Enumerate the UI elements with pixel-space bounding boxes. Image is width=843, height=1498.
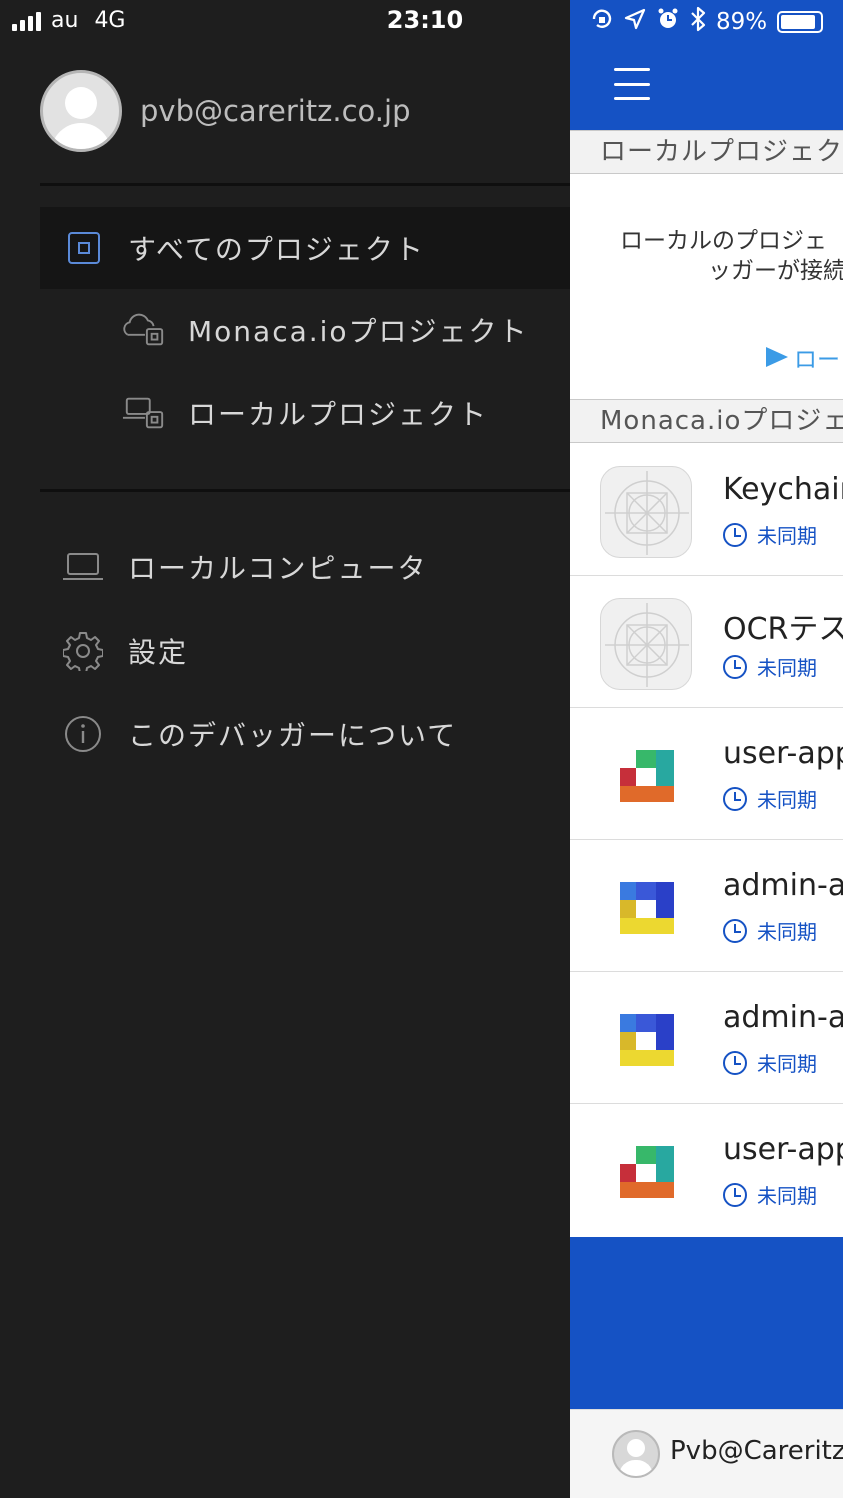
- nav-label: すべてのプロジェクト: [128, 233, 425, 266]
- local-section-header: ローカルプロジェク: [570, 130, 843, 174]
- project-row[interactable]: admin-a 未同期: [570, 972, 843, 1104]
- clock-icon: [723, 918, 747, 943]
- nav-all-projects[interactable]: すべてのプロジェクト: [40, 207, 570, 289]
- project-name: user-app: [723, 1132, 843, 1167]
- sync-status: 未同期: [723, 1048, 817, 1077]
- project-row[interactable]: user-app 未同期: [570, 708, 843, 840]
- local-message-line: ローカルのプロジェ: [620, 228, 827, 254]
- project-name: Keychain: [723, 472, 843, 507]
- nav-settings[interactable]: 設定: [40, 610, 570, 692]
- sync-status: 未同期: [723, 916, 817, 945]
- sync-status: 未同期: [723, 784, 817, 813]
- monaca-blue-yellow-icon: [600, 862, 692, 954]
- project-name: OCRテス: [723, 612, 843, 647]
- sync-label: 未同期: [757, 920, 817, 944]
- clock-icon: [723, 786, 747, 811]
- monaca-blue-yellow-icon: [600, 994, 692, 1086]
- clock-icon: [723, 522, 747, 547]
- bottom-banner: [570, 1237, 843, 1409]
- nav-label: 設定: [128, 636, 189, 669]
- drawer-divider: [40, 183, 570, 186]
- nav-local-computer[interactable]: ローカルコンピュータ: [40, 526, 570, 608]
- profile-email: pvb@careritz.co.jp: [140, 94, 411, 128]
- monaca-section-header: Monaca.ioプロジェ: [570, 399, 843, 443]
- laptop-icon: [62, 549, 104, 585]
- drawer-divider: [40, 489, 570, 492]
- project-box-icon: [66, 230, 102, 266]
- project-row[interactable]: OCRテス 未同期: [570, 576, 843, 708]
- clock-icon: [723, 1182, 747, 1207]
- main-panel: ローカルプロジェク ローカルのプロジェ ッガーが接続 ロー Monaca.ioプ…: [570, 0, 843, 1498]
- project-name: user-app: [723, 736, 843, 771]
- project-name: admin-a: [723, 1000, 843, 1035]
- footer-user-name: Pvb@Careritz.: [670, 1436, 843, 1466]
- local-empty-message: ローカルのプロジェ ッガーが接続: [620, 226, 843, 286]
- nav-label: ローカルコンピュータ: [128, 552, 428, 585]
- info-icon: [62, 716, 104, 752]
- clock-icon: [723, 1050, 747, 1075]
- monaca-red-green-icon: [600, 1126, 692, 1218]
- avatar: [612, 1430, 660, 1478]
- clock-icon: [723, 654, 747, 679]
- location-icon: [624, 8, 646, 36]
- hamburger-menu-icon[interactable]: [614, 68, 650, 100]
- local-link[interactable]: ロー: [766, 340, 840, 374]
- battery-icon: [777, 11, 824, 33]
- arrow-right-icon: [766, 347, 788, 367]
- avatar: [40, 70, 122, 152]
- sync-status: 未同期: [723, 1180, 817, 1209]
- monaca-red-green-icon: [600, 730, 692, 822]
- battery-percent: 89%: [716, 9, 768, 35]
- gear-icon: [62, 632, 104, 671]
- bluetooth-icon: [690, 6, 706, 38]
- sync-label: 未同期: [757, 1184, 817, 1208]
- nav-about[interactable]: このデバッガーについて: [40, 693, 570, 775]
- nav-label: Monaca.ioプロジェクト: [188, 315, 529, 348]
- local-project-icon: [122, 395, 166, 431]
- nav-monaca-projects[interactable]: Monaca.ioプロジェクト: [40, 289, 570, 371]
- nav-label: ローカルプロジェクト: [188, 398, 489, 431]
- side-drawer: pvb@careritz.co.jp すべてのプロジェクト Monaca.ioプ…: [0, 0, 570, 1498]
- sync-label: 未同期: [757, 788, 817, 812]
- sync-label: 未同期: [757, 656, 817, 680]
- project-row[interactable]: user-app 未同期: [570, 1104, 843, 1237]
- status-bar: au 4G 23:10 89%: [0, 0, 843, 42]
- project-row[interactable]: admin-a 未同期: [570, 840, 843, 972]
- local-link-label: ロー: [794, 347, 840, 373]
- rotation-lock-icon: [590, 7, 614, 37]
- account-footer[interactable]: Pvb@Careritz.: [570, 1409, 843, 1498]
- cloud-project-icon: [122, 312, 166, 348]
- placeholder-app-icon: [600, 598, 692, 690]
- local-message-line: ッガーが接続: [708, 258, 843, 284]
- placeholder-app-icon: [600, 466, 692, 558]
- nav-local-projects[interactable]: ローカルプロジェクト: [40, 372, 570, 454]
- sync-label: 未同期: [757, 524, 817, 548]
- project-row[interactable]: Keychain 未同期: [570, 444, 843, 576]
- drawer-profile[interactable]: pvb@careritz.co.jp: [40, 70, 410, 152]
- sync-status: 未同期: [723, 520, 817, 549]
- sync-status: 未同期: [723, 652, 817, 681]
- nav-label: このデバッガーについて: [128, 719, 458, 752]
- alarm-icon: [656, 7, 680, 37]
- project-name: admin-a: [723, 868, 843, 903]
- sync-label: 未同期: [757, 1052, 817, 1076]
